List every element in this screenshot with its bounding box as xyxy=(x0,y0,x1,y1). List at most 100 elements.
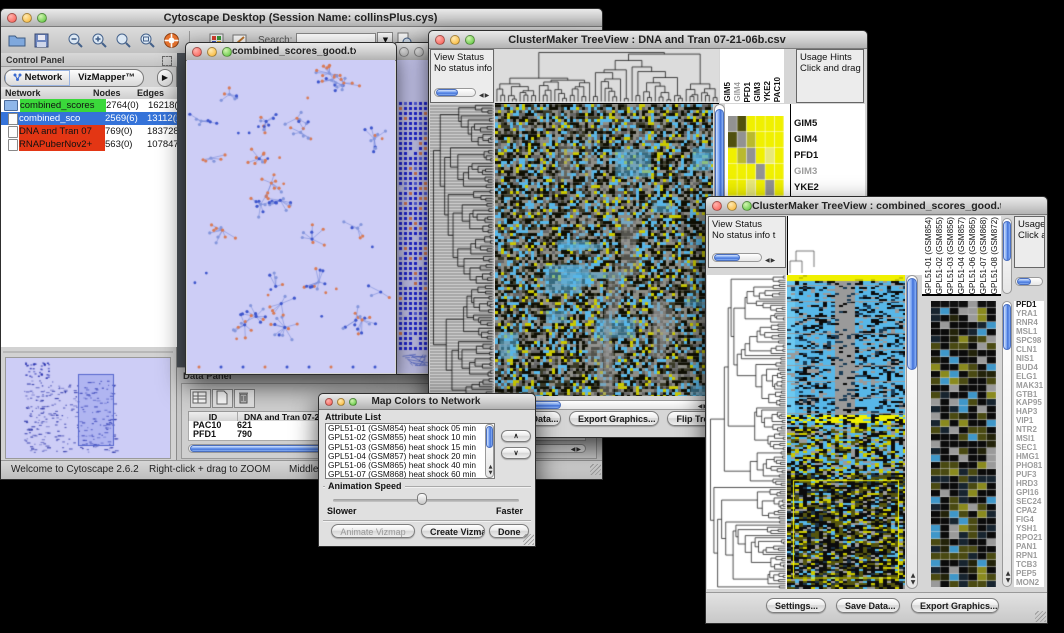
minimize-button[interactable] xyxy=(22,13,32,23)
zoom-button[interactable] xyxy=(37,13,47,23)
minimize-button[interactable] xyxy=(337,398,345,406)
gene-list: PFD1YRA1RNR4MSL1SPC98CLN1NIS1BUD4ELG1MAK… xyxy=(1014,301,1044,587)
close-button[interactable] xyxy=(7,13,17,23)
column-label[interactable]: GPL51-03 (GSM856) xyxy=(946,217,955,294)
network-list-row[interactable]: DNA and Tran 07 769(0) 183728(0) xyxy=(1,125,177,138)
row-dendrogram[interactable] xyxy=(430,104,494,396)
resize-grip[interactable] xyxy=(523,534,534,545)
save-icon[interactable] xyxy=(29,30,53,50)
view-status-hscrollbar[interactable] xyxy=(434,88,476,97)
heatmap-detail[interactable] xyxy=(931,301,996,587)
zoom-in-icon[interactable] xyxy=(87,30,111,50)
delete-attribute-icon[interactable] xyxy=(234,389,255,408)
row-label[interactable]: YKE2 xyxy=(794,180,865,196)
slower-label: Slower xyxy=(327,506,357,516)
close-button[interactable] xyxy=(435,35,445,45)
column-label[interactable]: GPL51-06 (GSM865) xyxy=(968,217,977,294)
minimize-button[interactable] xyxy=(727,201,737,211)
attribute-list: GPL51-01 (GSM854) heat shock 05 minGPL51… xyxy=(325,423,495,479)
network-icon xyxy=(8,139,18,151)
treeview-button[interactable]: Settings... xyxy=(766,598,826,613)
heatmap-vscrollbar[interactable]: ▲▼ xyxy=(906,275,918,589)
column-dendrogram[interactable] xyxy=(495,49,719,104)
column-label[interactable]: GPL51-01 (GSM854) xyxy=(924,217,933,294)
panel-splitter[interactable] xyxy=(3,351,173,353)
network-titlebar[interactable]: combined_scores_good.txt--cluste... xyxy=(186,43,396,61)
main-titlebar[interactable]: Cytoscape Desktop (Session Name: collins… xyxy=(1,9,602,27)
new-attribute-icon[interactable] xyxy=(212,389,233,408)
column-label[interactable]: GPL51-04 (GSM857) xyxy=(957,217,966,294)
float-panel-icon[interactable] xyxy=(162,56,172,66)
treeview-combined-window: ClusterMaker TreeView : combined_scores_… xyxy=(705,196,1048,624)
column-label[interactable]: GPL51-07 (GSM868) xyxy=(979,217,988,294)
column-labels-vscrollbar[interactable] xyxy=(1002,218,1012,294)
treeview-button[interactable]: Export Graphics... xyxy=(569,411,659,426)
zoom-fit-icon[interactable] xyxy=(135,30,159,50)
column-labels: GIM5GIM4PFD1GIM3YKE2PAC10 xyxy=(720,49,784,103)
column-labels: GPL51-01 (GSM854)GPL51-02 (GSM855)GPL51-… xyxy=(922,216,1001,296)
zoom-button[interactable] xyxy=(742,201,752,211)
treeview-button[interactable]: Export Graphics... xyxy=(911,598,999,613)
column-label[interactable]: GIM5 xyxy=(723,82,732,102)
tab-network[interactable]: Network xyxy=(5,70,70,86)
close-button[interactable] xyxy=(399,47,409,57)
zoom-selected-icon[interactable] xyxy=(111,30,135,50)
move-up-button[interactable]: ∧ xyxy=(501,430,531,442)
network-canvas[interactable] xyxy=(187,60,395,373)
row-label[interactable]: PFD1 xyxy=(794,148,865,164)
view-status-hscrollbar[interactable] xyxy=(712,253,762,262)
heatmap-main[interactable] xyxy=(495,104,713,396)
minimize-button[interactable] xyxy=(207,47,217,57)
zoom-button[interactable] xyxy=(465,35,475,45)
column-dendrogram[interactable] xyxy=(787,216,922,275)
gene-label[interactable]: MON2 xyxy=(1016,579,1044,587)
dialog-titlebar[interactable]: Map Colors to Network xyxy=(319,394,535,410)
tab-vizmapper[interactable]: VizMapper™ xyxy=(70,70,143,86)
row-label[interactable]: GIM5 xyxy=(794,116,865,132)
close-button[interactable] xyxy=(712,201,722,211)
column-label[interactable]: PFD1 xyxy=(743,82,752,102)
animation-speed-label: Animation Speed xyxy=(325,481,405,491)
move-down-button[interactable]: ∨ xyxy=(501,447,531,459)
network-list-row[interactable]: combined_sco 2569(6) 13112(15) xyxy=(1,112,177,125)
attribute-list-vscrollbar[interactable]: ▲▼ xyxy=(485,424,494,478)
vscrollbar-thumb[interactable] xyxy=(907,278,917,370)
column-label[interactable]: GPL51-08 (GSM872) xyxy=(990,217,999,294)
speed-slider-thumb[interactable] xyxy=(417,493,427,505)
zoom-out-icon[interactable] xyxy=(63,30,87,50)
network-overview-thumbnail[interactable] xyxy=(6,358,168,456)
column-label[interactable]: GIM4 xyxy=(733,82,742,102)
treeview-dna-titlebar[interactable]: ClusterMaker TreeView : DNA and Tran 07-… xyxy=(429,31,867,49)
heatmap-main[interactable] xyxy=(787,275,905,589)
network-list-row[interactable]: RNAPuberNov2+ 563(0) 107847(0) xyxy=(1,138,177,151)
row-label[interactable]: GIM4 xyxy=(794,132,865,148)
resize-grip[interactable] xyxy=(1035,611,1046,622)
network-list-row[interactable]: combined_scores 2764(0) 16218(0) xyxy=(1,99,177,112)
table-view-icon[interactable] xyxy=(190,389,211,408)
treeview-dna-title: ClusterMaker TreeView : DNA and Tran 07-… xyxy=(475,34,819,46)
row-label[interactable]: GIM3 xyxy=(794,164,865,180)
treeview-button[interactable]: Save Data... xyxy=(836,598,900,613)
dialog-button[interactable]: Create Vizmap xyxy=(421,524,485,538)
close-button[interactable] xyxy=(325,398,333,406)
open-file-icon[interactable] xyxy=(5,30,29,50)
treeview-combined-titlebar[interactable]: ClusterMaker TreeView : combined_scores_… xyxy=(706,197,1047,215)
help-icon[interactable] xyxy=(159,30,183,50)
dialog-button[interactable]: Animate Vizmap xyxy=(331,524,415,538)
column-label[interactable]: GPL51-02 (GSM855) xyxy=(935,217,944,294)
tab-overflow-button[interactable]: ▶ xyxy=(157,69,173,87)
minimize-button[interactable] xyxy=(450,35,460,45)
column-label[interactable]: GIM3 xyxy=(753,82,762,102)
zoom-button[interactable] xyxy=(222,47,232,57)
attribute-list-item[interactable]: GPL51-07 (GSM868) heat shock 60 min xyxy=(328,470,494,479)
status-welcome: Welcome to Cytoscape 2.6.2 xyxy=(11,464,139,475)
genelist-vscrollbar[interactable]: ▲▼ xyxy=(1002,301,1012,587)
minimize-button[interactable] xyxy=(414,47,424,57)
close-button[interactable] xyxy=(192,47,202,57)
resize-grip[interactable] xyxy=(590,464,601,475)
row-dendrogram[interactable] xyxy=(707,275,787,589)
column-label[interactable]: PAC10 xyxy=(773,77,782,102)
column-label[interactable]: YKE2 xyxy=(763,81,772,102)
usage-hscrollbar[interactable] xyxy=(1015,277,1043,286)
zoom-button[interactable] xyxy=(349,398,357,406)
